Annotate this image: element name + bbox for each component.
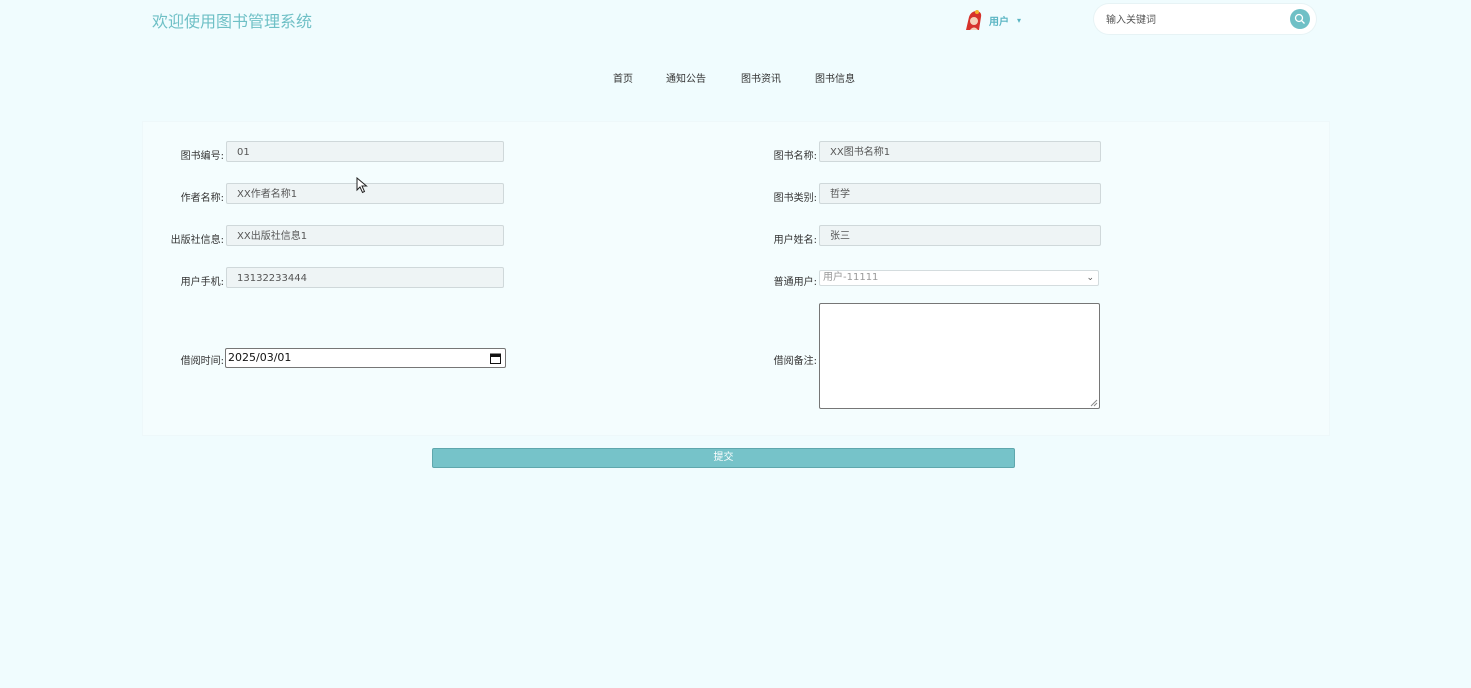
chevron-down-icon: ⌄ [1086, 273, 1094, 283]
publisher-field[interactable]: XX出版社信息1 [226, 225, 504, 246]
borrow-time-field[interactable]: 2025/03/01 [225, 348, 506, 368]
normal-user-selected: 用户-11111 [823, 272, 879, 283]
category-label: 图书类别: [773, 193, 817, 204]
borrow-note-textarea[interactable] [819, 303, 1100, 409]
book-no-label: 图书编号: [180, 151, 224, 162]
book-name-field[interactable]: XX图书名称1 [819, 141, 1101, 162]
normal-user-select[interactable]: 用户-11111 ⌄ [819, 270, 1099, 286]
search-icon [1294, 13, 1305, 24]
search-button[interactable] [1290, 9, 1310, 29]
user-name-label: 用户姓名: [773, 235, 817, 246]
header: 欢迎使用图书管理系统 用户 ▾ [0, 0, 1471, 40]
borrow-note-label: 借阅备注: [773, 356, 817, 367]
borrow-time-label: 借阅时间: [180, 356, 224, 367]
borrow-form: 图书编号: 01 图书名称: XX图书名称1 作者名称: XX作者名称1 图书类… [142, 121, 1330, 436]
nav-item-book-info[interactable]: 图书信息 [815, 70, 855, 85]
nav-item-notices[interactable]: 通知公告 [666, 70, 706, 85]
user-name-field[interactable]: 张三 [819, 225, 1101, 246]
chevron-down-icon: ▾ [1017, 15, 1022, 25]
book-name-label: 图书名称: [773, 151, 817, 162]
nav-item-home[interactable]: 首页 [613, 70, 633, 85]
search-box [1094, 4, 1316, 34]
submit-button[interactable]: 提交 [432, 448, 1015, 468]
category-field[interactable]: 哲学 [819, 183, 1101, 204]
borrow-time-value: 2025/03/01 [228, 351, 292, 364]
user-phone-label: 用户手机: [180, 277, 224, 288]
avatar [966, 10, 982, 30]
user-label: 用户 [989, 16, 1009, 28]
mouse-cursor-icon [356, 177, 368, 194]
calendar-icon[interactable] [490, 353, 501, 364]
normal-user-label: 普通用户: [773, 277, 817, 288]
site-title: 欢迎使用图书管理系统 [152, 12, 313, 31]
main-nav: 首页 通知公告 图书资讯 图书信息 [0, 70, 1471, 88]
publisher-label: 出版社信息: [170, 235, 224, 246]
author-label: 作者名称: [180, 193, 224, 204]
user-menu[interactable]: 用户 ▾ [961, 7, 1021, 33]
search-input[interactable] [1104, 9, 1278, 31]
nav-item-book-news[interactable]: 图书资讯 [741, 70, 781, 85]
resize-grip-icon[interactable] [1090, 399, 1098, 407]
user-phone-field[interactable]: 13132233444 [226, 267, 504, 288]
book-no-field[interactable]: 01 [226, 141, 504, 162]
